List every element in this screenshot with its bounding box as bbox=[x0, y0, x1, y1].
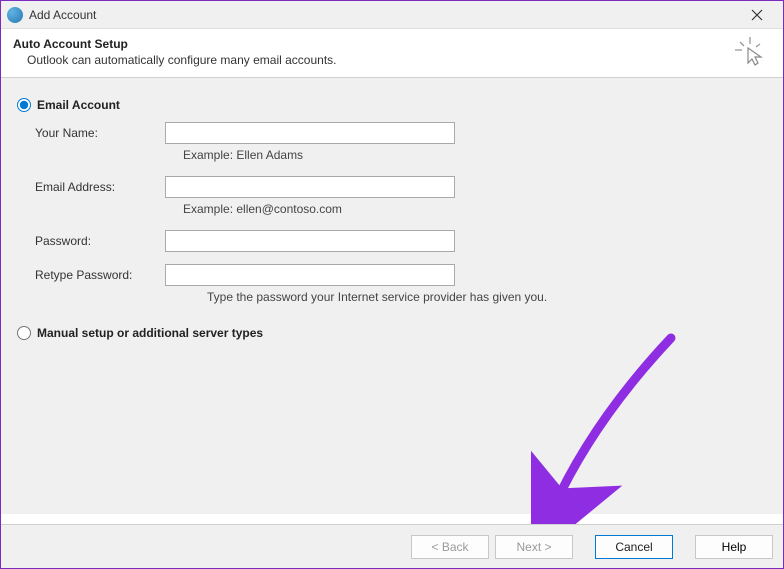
help-button[interactable]: Help bbox=[695, 535, 773, 559]
row-your-name: Your Name: bbox=[35, 122, 767, 144]
option-manual-setup[interactable]: Manual setup or additional server types bbox=[17, 326, 767, 340]
window-title: Add Account bbox=[29, 8, 96, 22]
password-hint: Type the password your Internet service … bbox=[207, 290, 767, 304]
close-icon bbox=[751, 9, 763, 21]
cursor-click-icon bbox=[735, 37, 765, 70]
cancel-button[interactable]: Cancel bbox=[595, 535, 673, 559]
wizard-header: Auto Account Setup Outlook can automatic… bbox=[1, 29, 783, 78]
retype-password-input[interactable] bbox=[165, 264, 455, 286]
row-retype-password: Retype Password: bbox=[35, 264, 767, 286]
email-hint: Example: ellen@contoso.com bbox=[183, 202, 767, 216]
email-input[interactable] bbox=[165, 176, 455, 198]
option-email-account[interactable]: Email Account bbox=[17, 98, 767, 112]
your-name-hint: Example: Ellen Adams bbox=[183, 148, 767, 162]
annotation-arrow-icon bbox=[531, 333, 691, 533]
email-account-radio[interactable] bbox=[17, 98, 31, 112]
app-icon bbox=[7, 7, 23, 23]
manual-setup-radio[interactable] bbox=[17, 326, 31, 340]
your-name-input[interactable] bbox=[165, 122, 455, 144]
wizard-footer: < Back Next > Cancel Help bbox=[1, 524, 783, 568]
next-button[interactable]: Next > bbox=[495, 535, 573, 559]
header-title: Auto Account Setup bbox=[13, 37, 767, 51]
wizard-content: Email Account Your Name: Example: Ellen … bbox=[1, 78, 783, 514]
email-account-label[interactable]: Email Account bbox=[37, 98, 120, 112]
back-button[interactable]: < Back bbox=[411, 535, 489, 559]
your-name-label: Your Name: bbox=[35, 126, 165, 140]
row-email: Email Address: bbox=[35, 176, 767, 198]
row-password: Password: bbox=[35, 230, 767, 252]
manual-setup-label[interactable]: Manual setup or additional server types bbox=[37, 326, 263, 340]
titlebar: Add Account bbox=[1, 1, 783, 29]
email-form: Your Name: Example: Ellen Adams Email Ad… bbox=[35, 122, 767, 304]
email-label: Email Address: bbox=[35, 180, 165, 194]
retype-password-label: Retype Password: bbox=[35, 268, 165, 282]
password-label: Password: bbox=[35, 234, 165, 248]
header-subtitle: Outlook can automatically configure many… bbox=[27, 53, 767, 67]
close-button[interactable] bbox=[737, 1, 777, 29]
password-input[interactable] bbox=[165, 230, 455, 252]
